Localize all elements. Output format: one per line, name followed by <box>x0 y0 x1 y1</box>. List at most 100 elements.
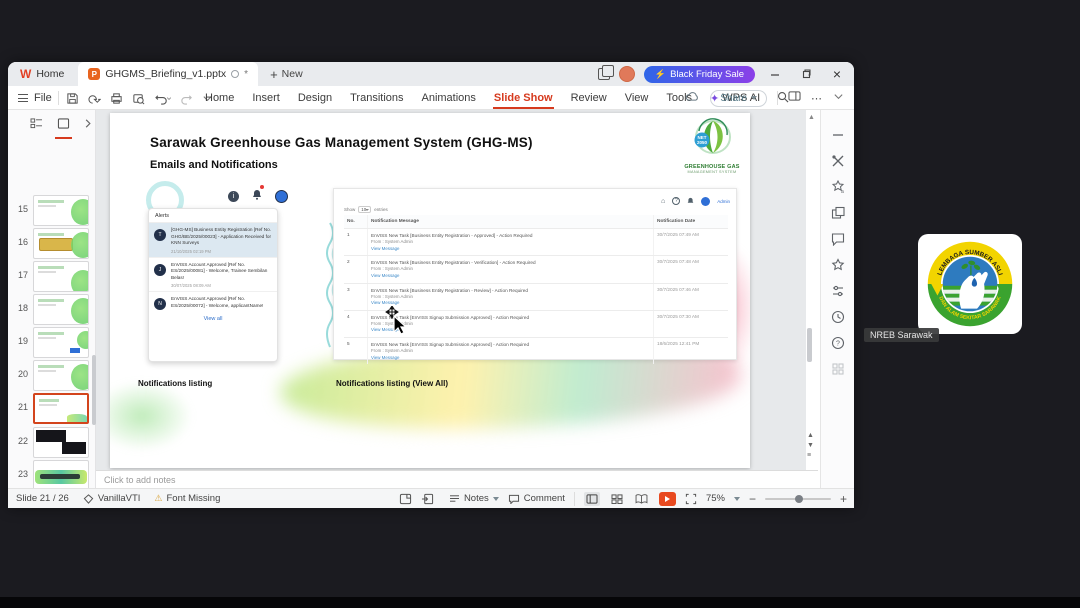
slide-nav-buttons[interactable]: ▲ ▼ ≡ <box>807 432 814 459</box>
comment-button[interactable]: Comment <box>508 493 565 504</box>
apps-grid-icon[interactable] <box>831 362 845 376</box>
thumbnail-row: 22 <box>8 427 96 458</box>
collapse-pane-icon[interactable] <box>831 128 845 142</box>
slide-sorter-view-button[interactable] <box>609 492 625 506</box>
undo-icon[interactable] <box>154 92 171 105</box>
more-options-icon[interactable]: ⋯ <box>811 92 823 105</box>
menu-review[interactable]: Review <box>570 88 608 108</box>
thumbnail-row: 21 <box>8 393 96 424</box>
new-tab-label: New <box>281 68 303 80</box>
new-tab-button[interactable]: + New <box>270 67 303 82</box>
ghgms-logo: NET 2050 GREENHOUSE GAS MANAGEMENT SYSTE… <box>676 117 748 174</box>
menu-home[interactable]: Home <box>204 88 235 108</box>
normal-view-button[interactable] <box>583 491 600 506</box>
design-tools-icon[interactable] <box>831 154 845 168</box>
canvas-scrollbar[interactable] <box>807 328 812 362</box>
slide-thumbnail-22[interactable] <box>33 427 89 458</box>
fit-to-window-icon[interactable] <box>685 493 697 505</box>
scroll-up-arrow[interactable]: ▲ <box>808 114 815 121</box>
alerts-dropdown-screenshot[interactable]: Alerts T [GHG-MS] Business Entity Regist… <box>148 208 278 362</box>
slide-number: 22 <box>17 436 28 446</box>
file-menu[interactable]: File <box>34 92 52 104</box>
notes-toggle[interactable]: Notes <box>449 493 499 504</box>
play-icon <box>665 495 671 502</box>
zoom-level[interactable]: 75% <box>706 493 725 504</box>
notes-area[interactable]: Click to add notes <box>96 470 818 488</box>
black-friday-sale-button[interactable]: ⚡ Black Friday Sale <box>643 65 755 83</box>
slide-thumbnail-18[interactable] <box>33 294 89 325</box>
logo-line2: MANAGEMENT SYSTEM <box>687 170 737 174</box>
comment-icon <box>508 494 519 504</box>
shapes-pane-icon[interactable] <box>831 206 845 220</box>
slide-thumbnail-15[interactable] <box>33 195 89 226</box>
chevron-down-icon <box>751 96 757 100</box>
zoom-in-button[interactable]: + <box>840 492 847 506</box>
slide-21[interactable]: Sarawak Greenhouse Gas Management System… <box>110 113 750 468</box>
menu-animations[interactable]: Animations <box>421 88 477 108</box>
alert-avatar: N <box>154 298 166 311</box>
slide-thumbnail-23[interactable] <box>33 460 89 491</box>
reading-view-button[interactable] <box>634 492 650 506</box>
slide-thumbnail-21-selected[interactable] <box>33 393 89 424</box>
share-button[interactable]: Share <box>710 89 767 107</box>
alerts-header-icons: i <box>228 185 288 205</box>
tab-home[interactable]: W Home <box>8 62 78 86</box>
comment-pane-icon[interactable] <box>831 232 845 246</box>
effects-pane-icon[interactable] <box>831 258 845 272</box>
slide-view-icon[interactable] <box>55 116 72 139</box>
print-preview-icon[interactable] <box>132 92 145 105</box>
slide-thumbnail-19[interactable] <box>33 327 89 358</box>
export-icon[interactable] <box>88 92 101 105</box>
theme-indicator[interactable]: VanillaVTI <box>83 493 140 504</box>
bell-icon <box>687 192 694 210</box>
alert-item: J EnVISS Account Approved [Ref No. ES/20… <box>149 258 277 293</box>
thumbnail-row: 23 <box>8 460 96 491</box>
redo-icon[interactable] <box>180 92 193 105</box>
slide-thumbnail-17[interactable] <box>33 261 89 292</box>
menu-design[interactable]: Design <box>297 88 333 108</box>
settings-pane-icon[interactable] <box>831 284 845 298</box>
save-icon[interactable] <box>66 92 79 105</box>
zoom-out-button[interactable]: − <box>749 492 756 506</box>
collapse-panel-icon[interactable] <box>84 116 92 137</box>
divider <box>573 491 575 506</box>
menu-slide-show[interactable]: Slide Show <box>492 88 554 109</box>
history-pane-icon[interactable] <box>831 310 845 324</box>
help-pane-icon[interactable]: ? <box>831 336 845 350</box>
slide-thumbnail-16[interactable] <box>33 228 89 259</box>
account-avatar[interactable] <box>618 66 635 82</box>
minimize-button[interactable] <box>764 64 786 84</box>
notification-badge <box>260 185 264 189</box>
menu-view[interactable]: View <box>624 88 650 108</box>
col-header-message: Notification Message <box>368 215 654 228</box>
menu-transitions[interactable]: Transitions <box>349 88 404 108</box>
outline-view-icon[interactable] <box>30 116 43 137</box>
mouse-cursor <box>385 306 408 335</box>
view-all-link: View all <box>203 315 223 322</box>
slide-thumbnail-20[interactable] <box>33 360 89 391</box>
zoom-chevron-icon[interactable] <box>733 496 740 501</box>
animation-pane-icon[interactable]: a <box>831 180 845 194</box>
window-layers-icon[interactable] <box>597 65 614 80</box>
thumbnail-row: 15 <box>8 195 96 226</box>
present-from-start-icon[interactable] <box>421 493 434 505</box>
task-pane-icon[interactable] <box>788 89 801 107</box>
menu-insert[interactable]: Insert <box>251 88 281 108</box>
font-missing-warning[interactable]: ⚠ Font Missing <box>154 493 220 504</box>
slide-number: 18 <box>17 303 28 313</box>
maximize-button[interactable] <box>795 64 817 84</box>
close-button[interactable]: × <box>826 64 848 84</box>
modified-indicator: * <box>244 68 249 80</box>
page-setup-icon[interactable] <box>399 493 412 505</box>
tab-document[interactable]: P GHGMS_Briefing_v1.pptx * <box>78 62 259 86</box>
slide-indicator: Slide 21 / 26 <box>16 493 69 504</box>
cloud-sync-icon[interactable] <box>685 89 700 107</box>
zoom-slider[interactable] <box>764 494 831 503</box>
zoom-slider-handle[interactable] <box>794 494 803 503</box>
menu-bar: File Home Insert Design Transitions Anim… <box>8 86 854 110</box>
slideshow-play-button[interactable] <box>658 491 676 506</box>
alert-item: N EnVISS Account Approved [Ref No. ES/20… <box>149 292 277 312</box>
print-icon[interactable] <box>110 92 123 105</box>
participant-video-tile[interactable]: LEMBAGA SUMBER ASLI DAN ALAM SEKITAR SAR… <box>918 234 1022 334</box>
collapse-ribbon-icon[interactable] <box>833 89 844 107</box>
